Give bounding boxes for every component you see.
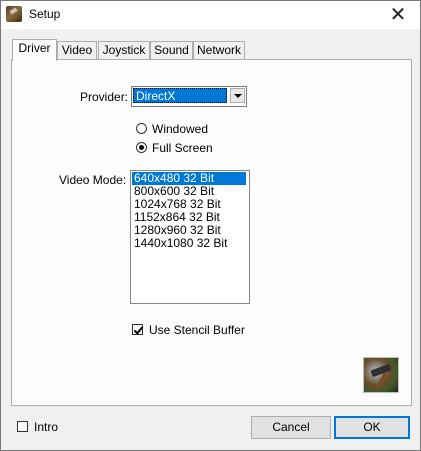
cancel-button[interactable]: Cancel	[251, 416, 331, 439]
ok-button[interactable]: OK	[334, 416, 410, 439]
chevron-down-icon[interactable]	[230, 88, 245, 103]
video-mode-label: Video Mode:	[59, 173, 127, 187]
fullscreen-radio[interactable]	[136, 142, 147, 153]
provider-dropdown[interactable]: DirectX	[131, 86, 247, 107]
windowed-radio[interactable]	[136, 123, 147, 134]
windowed-label[interactable]: Windowed	[152, 122, 208, 136]
list-item[interactable]: 1440x1080 32 Bit	[132, 237, 227, 250]
tab-joystick[interactable]: Joystick	[98, 41, 150, 60]
tab-driver[interactable]: Driver	[12, 39, 57, 61]
provider-label: Provider:	[80, 90, 129, 104]
title-bar[interactable]: Setup ✕	[1, 1, 420, 29]
window-title: Setup	[29, 7, 61, 21]
fullscreen-label[interactable]: Full Screen	[152, 141, 213, 155]
setup-window: Setup ✕ Driver Video Joystick Sound Netw…	[0, 0, 421, 451]
game-logo-icon	[363, 357, 399, 393]
intro-checkbox[interactable]	[17, 421, 28, 432]
stencil-checkbox[interactable]	[132, 324, 143, 335]
close-icon: ✕	[389, 2, 407, 26]
driver-panel: Provider: DirectX Windowed Full Screen V…	[11, 59, 412, 406]
app-icon	[6, 6, 22, 22]
tab-video[interactable]: Video	[57, 41, 97, 60]
close-button[interactable]: ✕	[376, 1, 420, 29]
video-mode-list[interactable]: 640x480 32 Bit 800x600 32 Bit 1024x768 3…	[130, 170, 250, 304]
stencil-label[interactable]: Use Stencil Buffer	[149, 323, 245, 337]
intro-label[interactable]: Intro	[34, 420, 58, 434]
tab-network[interactable]: Network	[193, 41, 245, 60]
tab-sound[interactable]: Sound	[150, 41, 193, 60]
provider-value: DirectX	[133, 88, 227, 103]
